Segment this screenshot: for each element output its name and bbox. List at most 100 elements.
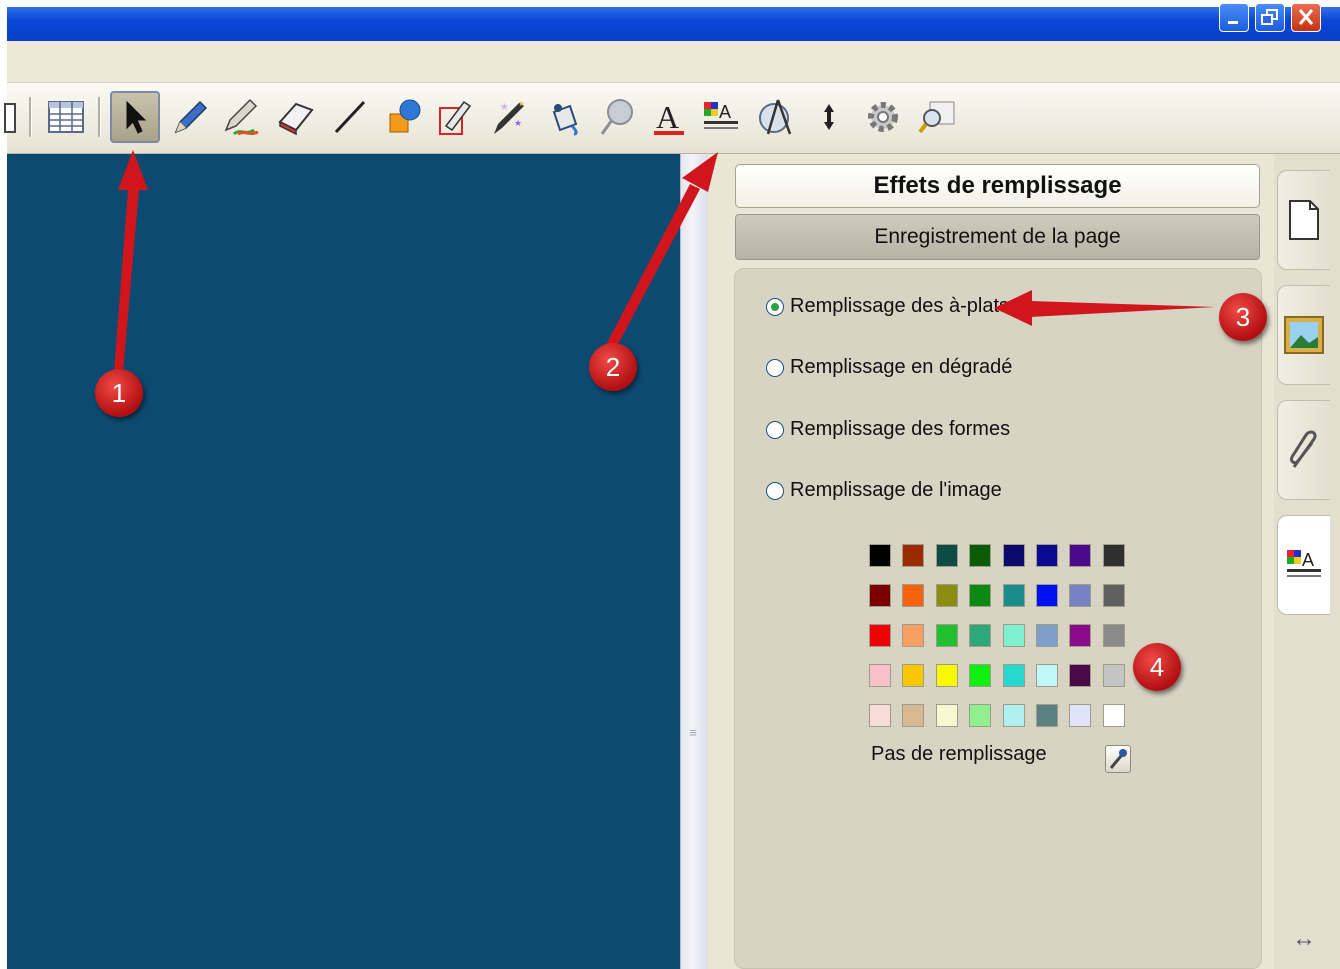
color-swatch[interactable] <box>969 704 991 727</box>
tool-move[interactable] <box>804 91 854 143</box>
svg-text:A: A <box>1302 550 1314 570</box>
tool-fill-bucket[interactable] <box>538 91 588 143</box>
tool-magnifier[interactable] <box>912 91 962 143</box>
radio-button[interactable] <box>766 481 784 500</box>
color-swatch[interactable] <box>936 664 958 687</box>
tool-select[interactable] <box>110 91 160 143</box>
color-swatch[interactable] <box>1069 704 1091 727</box>
tab-attachments[interactable] <box>1277 400 1330 500</box>
tab-gallery[interactable] <box>1277 285 1330 385</box>
restore-icon <box>1261 9 1278 25</box>
tool-line[interactable] <box>324 91 374 143</box>
resize-horizontal-icon[interactable]: ↔ <box>1292 925 1316 953</box>
color-swatch[interactable] <box>1103 544 1125 567</box>
color-swatch[interactable] <box>1069 544 1091 567</box>
color-swatch[interactable] <box>869 704 891 727</box>
window-title-bar <box>7 7 1340 41</box>
color-swatch[interactable] <box>869 624 891 647</box>
svg-text:★: ★ <box>518 99 525 108</box>
sparkle-pen-icon: ★ ★ ★ <box>494 99 525 134</box>
move-arrows-icon <box>824 104 834 130</box>
tool-table[interactable] <box>41 91 91 143</box>
tool-settings[interactable] <box>858 91 908 143</box>
color-swatch[interactable] <box>1069 624 1091 647</box>
table-icon <box>48 101 84 133</box>
color-swatch[interactable] <box>1003 704 1025 727</box>
color-swatch[interactable] <box>1069 584 1091 607</box>
toolbar-separator <box>98 97 101 137</box>
color-swatch[interactable] <box>969 544 991 567</box>
minimize-button[interactable] <box>1219 3 1249 32</box>
fill-effects-icon: A <box>704 102 738 129</box>
tab-page-sorter[interactable] <box>1277 170 1330 270</box>
minimize-icon <box>1228 21 1238 24</box>
color-swatch[interactable] <box>936 544 958 567</box>
tool-sparkle-pen[interactable]: ★ ★ ★ <box>484 91 534 143</box>
color-swatch[interactable] <box>969 624 991 647</box>
color-swatch[interactable] <box>969 584 991 607</box>
eraser-icon <box>278 102 314 136</box>
annotation-badge: 3 <box>1219 293 1267 341</box>
color-swatch[interactable] <box>869 584 891 607</box>
radio-image-fill[interactable]: Remplissage de l'image <box>766 479 1002 502</box>
color-swatch[interactable] <box>1103 624 1125 647</box>
color-swatch[interactable] <box>1103 584 1125 607</box>
color-swatch[interactable] <box>1003 664 1025 687</box>
tool-eraser[interactable] <box>270 91 320 143</box>
color-swatch[interactable] <box>1036 544 1058 567</box>
color-swatch[interactable] <box>1103 704 1125 727</box>
annotation-badge: 1 <box>95 369 143 417</box>
color-swatch[interactable] <box>902 584 924 607</box>
whiteboard-canvas[interactable] <box>7 154 680 969</box>
restore-button[interactable] <box>1255 3 1285 32</box>
line-icon <box>334 100 366 134</box>
tab-fill-effects[interactable]: A <box>1277 515 1330 615</box>
color-swatch[interactable] <box>902 624 924 647</box>
close-button[interactable] <box>1291 3 1321 32</box>
color-swatch[interactable] <box>969 664 991 687</box>
tool-page[interactable] <box>0 91 23 143</box>
color-swatch[interactable] <box>902 544 924 567</box>
radio-button-checked[interactable] <box>766 297 784 316</box>
select-arrow-icon <box>126 100 147 134</box>
tool-fill-effects[interactable]: A <box>696 91 746 143</box>
tool-text[interactable]: A <box>644 91 694 143</box>
radio-button[interactable] <box>766 420 784 439</box>
menu-strip <box>7 41 1340 83</box>
radio-pattern-fill[interactable]: Remplissage des formes <box>766 418 1010 441</box>
color-swatch[interactable] <box>1103 664 1125 687</box>
color-swatch[interactable] <box>1036 624 1058 647</box>
color-swatch[interactable] <box>936 704 958 727</box>
color-swatch[interactable] <box>1036 584 1058 607</box>
splitter-grip-icon[interactable]: ≡ <box>688 726 698 752</box>
color-swatch[interactable] <box>1003 624 1025 647</box>
radio-label: Remplissage en dégradé <box>790 356 1013 378</box>
color-swatch[interactable] <box>902 664 924 687</box>
color-swatch[interactable] <box>1036 664 1058 687</box>
color-swatch[interactable] <box>1003 584 1025 607</box>
color-swatch[interactable] <box>869 664 891 687</box>
tool-compass[interactable] <box>752 91 802 143</box>
tool-pen[interactable] <box>164 91 214 143</box>
tool-creative-pen[interactable] <box>216 91 266 143</box>
color-swatch[interactable] <box>936 624 958 647</box>
magic-pen-icon <box>439 100 472 135</box>
color-swatch[interactable] <box>936 584 958 607</box>
eyedropper-button[interactable] <box>1105 745 1131 773</box>
panel-splitter[interactable] <box>680 154 709 969</box>
radio-button[interactable] <box>766 358 784 377</box>
radio-gradient-fill[interactable]: Remplissage en dégradé <box>766 356 1012 379</box>
page-record-button[interactable]: Enregistrement de la page <box>735 214 1260 260</box>
tool-magic-pen[interactable] <box>430 91 480 143</box>
color-swatch[interactable] <box>1069 664 1091 687</box>
color-swatch[interactable] <box>869 544 891 567</box>
eyedropper-icon <box>1109 749 1127 769</box>
color-swatch[interactable] <box>1003 544 1025 567</box>
tool-shapes[interactable] <box>378 91 428 143</box>
radio-flat-fill[interactable]: Remplissage des à-plats <box>766 295 1009 318</box>
toolbar: ★ ★ ★ A A <box>4 83 1340 154</box>
tool-pushpin[interactable] <box>592 91 642 143</box>
color-swatch[interactable] <box>1036 704 1058 727</box>
color-swatch[interactable] <box>902 704 924 727</box>
svg-text:A: A <box>656 99 679 135</box>
